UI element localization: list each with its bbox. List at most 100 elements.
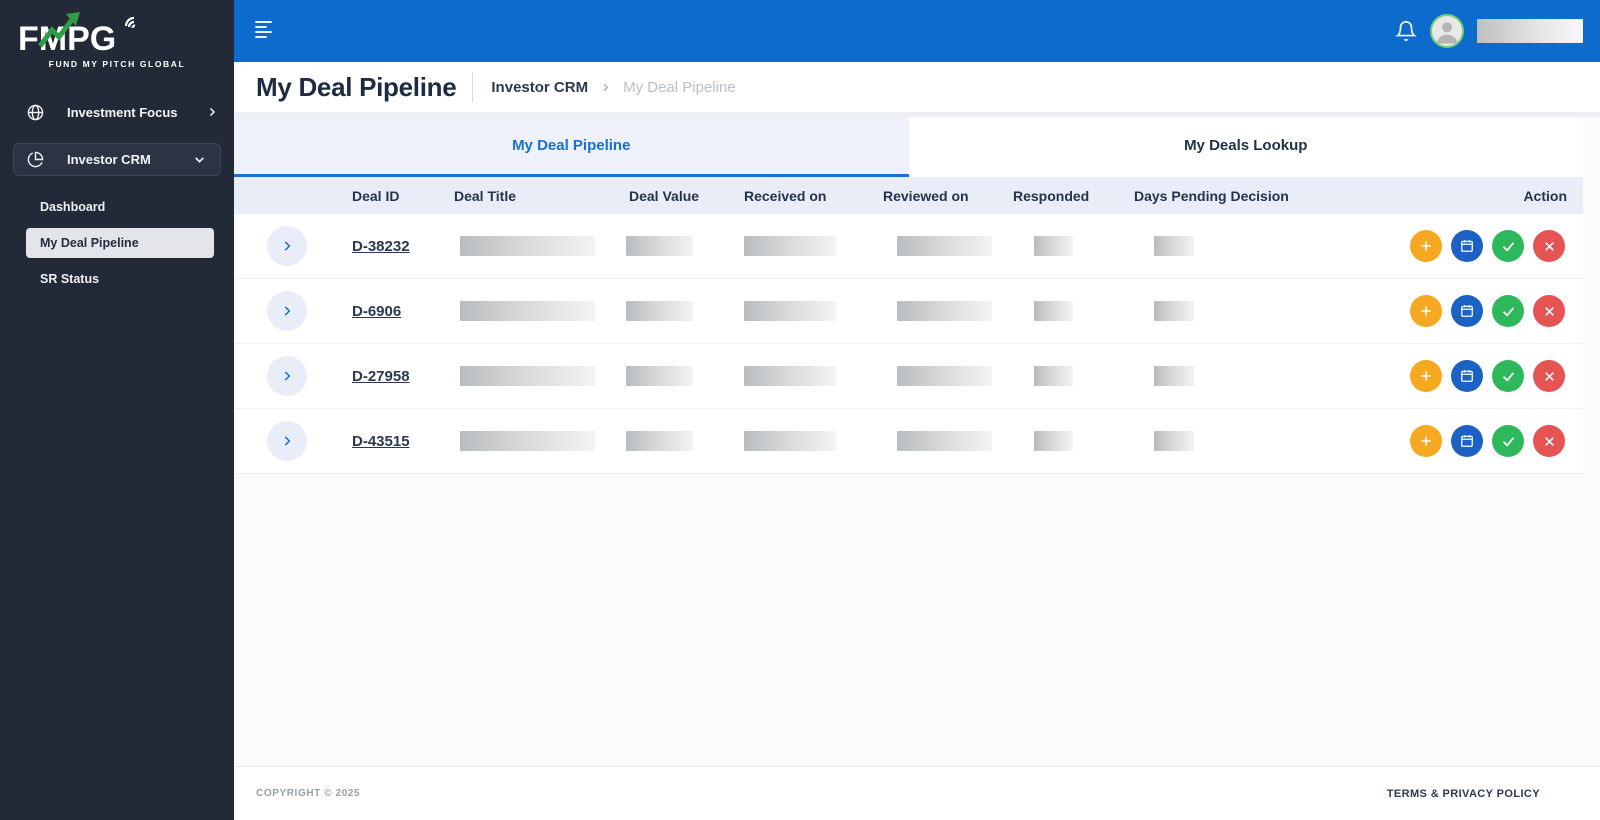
table-row: D-6906 — [234, 279, 1583, 344]
deal-id-link[interactable]: D-43515 — [329, 433, 410, 450]
breadcrumb-parent[interactable]: Investor CRM — [491, 79, 588, 96]
add-button[interactable] — [1410, 230, 1442, 262]
column-header: Reviewed on — [875, 188, 1005, 204]
notifications-bell-icon[interactable] — [1395, 20, 1417, 42]
sidebar-item-investor-crm[interactable]: Investor CRM — [13, 143, 221, 176]
sidebar-subitem-label: Dashboard — [40, 200, 105, 214]
schedule-button[interactable] — [1451, 425, 1483, 457]
schedule-button[interactable] — [1451, 295, 1483, 327]
placeholder-bar — [744, 431, 836, 451]
chevron-right-icon — [600, 82, 611, 93]
placeholder-bar — [1034, 236, 1073, 256]
placeholder-bar — [1034, 366, 1073, 386]
sidebar-item-my-deal-pipeline[interactable]: My Deal Pipeline — [26, 228, 214, 258]
placeholder-bar — [626, 301, 693, 321]
placeholder-bar — [626, 236, 693, 256]
chevron-right-icon — [206, 106, 218, 118]
reject-button[interactable] — [1533, 360, 1565, 392]
deal-id-link[interactable]: D-38232 — [329, 238, 410, 255]
placeholder-bar — [897, 236, 992, 256]
reject-button[interactable] — [1533, 425, 1565, 457]
user-avatar[interactable] — [1430, 14, 1464, 48]
deal-id-link[interactable]: D-6906 — [329, 303, 401, 320]
main-area: My Deal Pipeline Investor CRM My Deal Pi… — [234, 0, 1600, 820]
table-row: D-43515 — [234, 409, 1583, 474]
copyright-text: COPYRIGHT © 2025 — [234, 788, 360, 799]
terms-privacy-link[interactable]: TERMS & PRIVACY POLICY — [1387, 788, 1600, 800]
placeholder-bar — [1154, 301, 1194, 321]
approve-button[interactable] — [1492, 360, 1524, 392]
column-header: Deal Title — [444, 188, 619, 204]
schedule-button[interactable] — [1451, 230, 1483, 262]
placeholder-bar — [460, 301, 595, 321]
sidebar: FMPG FUND MY PITCH GLOBAL Investment Foc… — [0, 0, 234, 820]
sidebar-item-label: Investment Focus — [67, 105, 206, 120]
expand-row-button[interactable] — [267, 291, 307, 331]
chevron-down-icon — [193, 153, 206, 166]
add-button[interactable] — [1410, 425, 1442, 457]
breadcrumb: Investor CRM My Deal Pipeline — [491, 79, 735, 96]
schedule-button[interactable] — [1451, 360, 1483, 392]
approve-button[interactable] — [1492, 295, 1524, 327]
tab-my-deal-pipeline[interactable]: My Deal Pipeline — [234, 117, 909, 177]
placeholder-bar — [1154, 431, 1194, 451]
content-spacer — [234, 474, 1600, 766]
column-header: Deal Value — [619, 188, 737, 204]
add-button[interactable] — [1410, 360, 1442, 392]
placeholder-bar — [460, 431, 595, 451]
placeholder-bar — [1154, 366, 1194, 386]
tab-my-deals-lookup[interactable]: My Deals Lookup — [909, 117, 1584, 177]
sidebar-subitem-label: My Deal Pipeline — [40, 236, 139, 250]
deal-id-link[interactable]: D-27958 — [329, 368, 410, 385]
expand-row-button[interactable] — [267, 421, 307, 461]
placeholder-bar — [897, 301, 992, 321]
page-title: My Deal Pipeline — [256, 72, 456, 103]
sidebar-item-dashboard[interactable]: Dashboard — [26, 192, 214, 222]
column-header-action: Action — [1359, 188, 1583, 204]
placeholder-bar — [460, 236, 595, 256]
title-bar: My Deal Pipeline Investor CRM My Deal Pi… — [234, 62, 1600, 117]
approve-button[interactable] — [1492, 230, 1524, 262]
placeholder-bar — [744, 366, 836, 386]
placeholder-bar — [1034, 431, 1073, 451]
column-header: Deal ID — [329, 188, 444, 204]
placeholder-bar — [897, 366, 992, 386]
divider — [472, 72, 473, 102]
placeholder-bar — [744, 301, 836, 321]
globe-icon — [27, 104, 44, 121]
brand-tagline: FUND MY PITCH GLOBAL — [0, 59, 234, 69]
reject-button[interactable] — [1533, 230, 1565, 262]
table-row: D-27958 — [234, 344, 1583, 409]
placeholder-bar — [1154, 236, 1194, 256]
approve-button[interactable] — [1492, 425, 1524, 457]
table-row: D-38232 — [234, 214, 1583, 279]
breadcrumb-current: My Deal Pipeline — [623, 79, 736, 96]
topbar — [234, 0, 1600, 62]
add-button[interactable] — [1410, 295, 1442, 327]
placeholder-bar — [460, 366, 595, 386]
sidebar-item-sr-status[interactable]: SR Status — [26, 264, 214, 294]
sidebar-item-investment-focus[interactable]: Investment Focus — [0, 95, 234, 129]
user-name-placeholder — [1477, 19, 1583, 43]
person-icon — [1432, 16, 1462, 46]
expand-row-button[interactable] — [267, 226, 307, 266]
placeholder-bar — [744, 236, 836, 256]
column-header: Received on — [737, 188, 875, 204]
deals-table: Deal ID Deal Title Deal Value Received o… — [234, 177, 1583, 474]
pie-chart-icon — [27, 151, 44, 168]
footer: COPYRIGHT © 2025 TERMS & PRIVACY POLICY — [234, 766, 1600, 820]
reject-button[interactable] — [1533, 295, 1565, 327]
sidebar-nav: Investment Focus Investor CRM Dashboard … — [0, 95, 234, 294]
placeholder-bar — [626, 431, 693, 451]
column-header: Responded — [1005, 188, 1124, 204]
sidebar-item-label: Investor CRM — [67, 152, 193, 167]
placeholder-bar — [626, 366, 693, 386]
sidebar-subitem-label: SR Status — [40, 272, 99, 286]
menu-toggle-icon[interactable] — [255, 21, 273, 41]
table-header-row: Deal ID Deal Title Deal Value Received o… — [234, 177, 1583, 214]
placeholder-bar — [897, 431, 992, 451]
brand-logo: FMPG FUND MY PITCH GLOBAL — [0, 0, 234, 73]
expand-row-button[interactable] — [267, 356, 307, 396]
placeholder-bar — [1034, 301, 1073, 321]
column-header: Days Pending Decision — [1124, 188, 1359, 204]
